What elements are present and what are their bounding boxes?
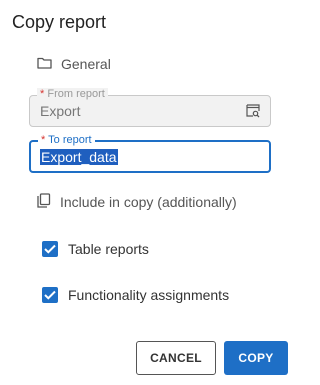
general-section-header: General xyxy=(37,55,111,73)
table-reports-label: Table reports xyxy=(68,241,149,257)
copy-button[interactable]: COPY xyxy=(224,341,288,375)
functionality-assignments-option[interactable]: Functionality assignments xyxy=(42,286,229,304)
include-section-label: Include in copy (additionally) xyxy=(60,194,237,210)
lookup-icon[interactable] xyxy=(246,104,260,118)
to-report-label: * To report xyxy=(38,134,95,146)
functionality-assignments-label: Functionality assignments xyxy=(68,287,230,303)
from-report-label: * From report xyxy=(37,88,108,100)
dialog-title: Copy report xyxy=(12,12,107,32)
copy-report-dialog: Copy report General * From report Export… xyxy=(0,0,298,385)
table-reports-option[interactable]: Table reports xyxy=(42,240,149,258)
to-report-input[interactable]: Export_data xyxy=(40,149,118,165)
cancel-button[interactable]: CANCEL xyxy=(136,341,216,375)
checkbox-checked-icon[interactable] xyxy=(42,287,58,303)
folder-icon xyxy=(37,56,52,72)
copy-icon xyxy=(37,193,51,211)
include-section-header: Include in copy (additionally) xyxy=(37,193,237,211)
from-report-value: Export xyxy=(40,103,81,119)
checkbox-checked-icon[interactable] xyxy=(42,241,58,257)
to-report-field[interactable]: * To report Export_data xyxy=(29,134,271,173)
from-report-field: * From report Export xyxy=(29,88,271,127)
general-section-label: General xyxy=(61,56,111,72)
